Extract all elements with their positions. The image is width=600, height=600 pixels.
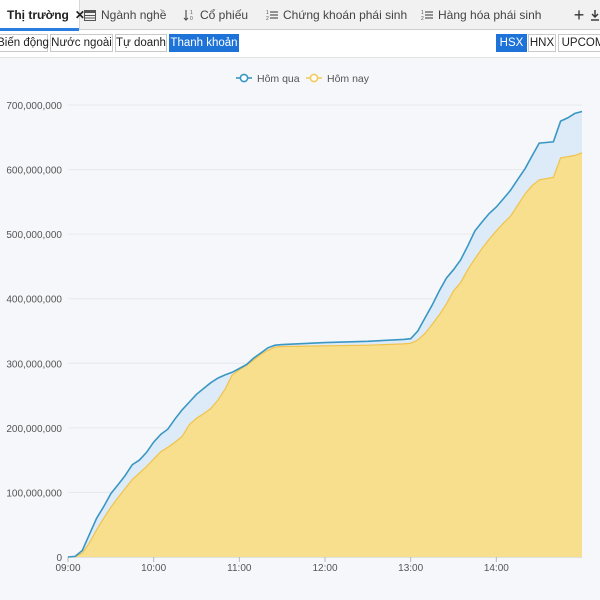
legend-hom-qua[interactable]: Hôm qua (236, 73, 300, 85)
tab-label: Thị trường (7, 8, 69, 22)
y-tick-label: 600,000,000 (6, 166, 62, 177)
exchange-upcom[interactable]: UPCOM (558, 34, 600, 52)
svg-text:0: 0 (190, 16, 193, 21)
exchange-hsx[interactable]: HSX (496, 34, 527, 52)
view-tu-doanh[interactable]: Tự doanh (115, 34, 167, 52)
legend-label: Hôm qua (257, 73, 300, 85)
tab-thi-truong[interactable]: Thị trường ✕ (0, 0, 85, 31)
x-tick-label: 13:00 (398, 563, 423, 574)
tab-label: Chứng khoán phái sinh (283, 8, 408, 22)
legend-swatch-marker (239, 73, 249, 83)
y-tick-label: 500,000,000 (6, 230, 62, 241)
legend-hom-nay[interactable]: Hôm nay (306, 73, 370, 85)
legend-label: Hôm nay (327, 73, 370, 85)
view-thanh-khoan[interactable]: Thanh khoản (169, 34, 239, 52)
tab-nganh-nghe[interactable]: Ngành nghề (84, 0, 176, 30)
exchange-hnx[interactable]: HNX (528, 34, 556, 52)
download-icon[interactable] (590, 0, 600, 30)
svg-text:2: 2 (421, 16, 424, 21)
chart-legend[interactable]: Hôm qua Hôm nay (236, 73, 370, 85)
tab-label: Cổ phiếu (200, 8, 249, 22)
view-nuoc-ngoai[interactable]: Nước ngoài (50, 34, 113, 52)
x-axis: 09:00 10:00 11:00 12:00 13:00 14:00 (55, 557, 509, 574)
tab-hang-hoa-phai-sinh[interactable]: 12 Hàng hóa phái sinh (421, 0, 551, 30)
y-tick-label: 100,000,000 (6, 488, 62, 499)
table-icon (84, 9, 96, 21)
list-numbered-icon: 12 (421, 9, 433, 21)
liquidity-chart: 0 100,000,000 200,000,000 300,000,000 400,00… (0, 57, 600, 600)
x-tick-label: 14:00 (484, 563, 509, 574)
chart-svg: 0100,000,000200,000,000300,000,000400,00… (6, 73, 583, 574)
tab-bar: Thị trường ✕ Ngành nghề 10 Cổ phiếu 12 C… (0, 0, 600, 31)
legend-swatch-marker (309, 73, 319, 83)
y-tick-label: 300,000,000 (6, 359, 62, 370)
x-tick-label: 11:00 (227, 563, 252, 574)
tab-label: Hàng hóa phái sinh (438, 8, 542, 22)
x-tick-label: 09:00 (55, 563, 80, 574)
x-tick-label: 10:00 (141, 563, 166, 574)
y-tick-label: 400,000,000 (6, 295, 62, 306)
y-axis: 0100,000,000200,000,000300,000,000400,00… (6, 101, 62, 564)
chart-areas (68, 111, 582, 558)
x-tick-label: 12:00 (312, 563, 337, 574)
y-tick-label: 200,000,000 (6, 424, 62, 435)
sort-numeric-icon: 10 (183, 9, 195, 21)
tab-co-phieu[interactable]: 10 Cổ phiếu (183, 0, 259, 30)
tab-chung-khoan-phai-sinh[interactable]: 12 Chứng khoán phái sinh (266, 0, 416, 30)
list-numbered-icon: 12 (266, 9, 278, 21)
tab-label: Ngành nghề (101, 8, 167, 22)
view-toolbar: Biến động Nước ngoài Tự doanh Thanh khoả… (0, 31, 600, 55)
view-bien-dong[interactable]: Biến động (0, 34, 49, 52)
svg-text:2: 2 (266, 16, 269, 21)
y-tick-label: 700,000,000 (6, 101, 62, 112)
add-tab-button[interactable]: + (570, 0, 588, 30)
